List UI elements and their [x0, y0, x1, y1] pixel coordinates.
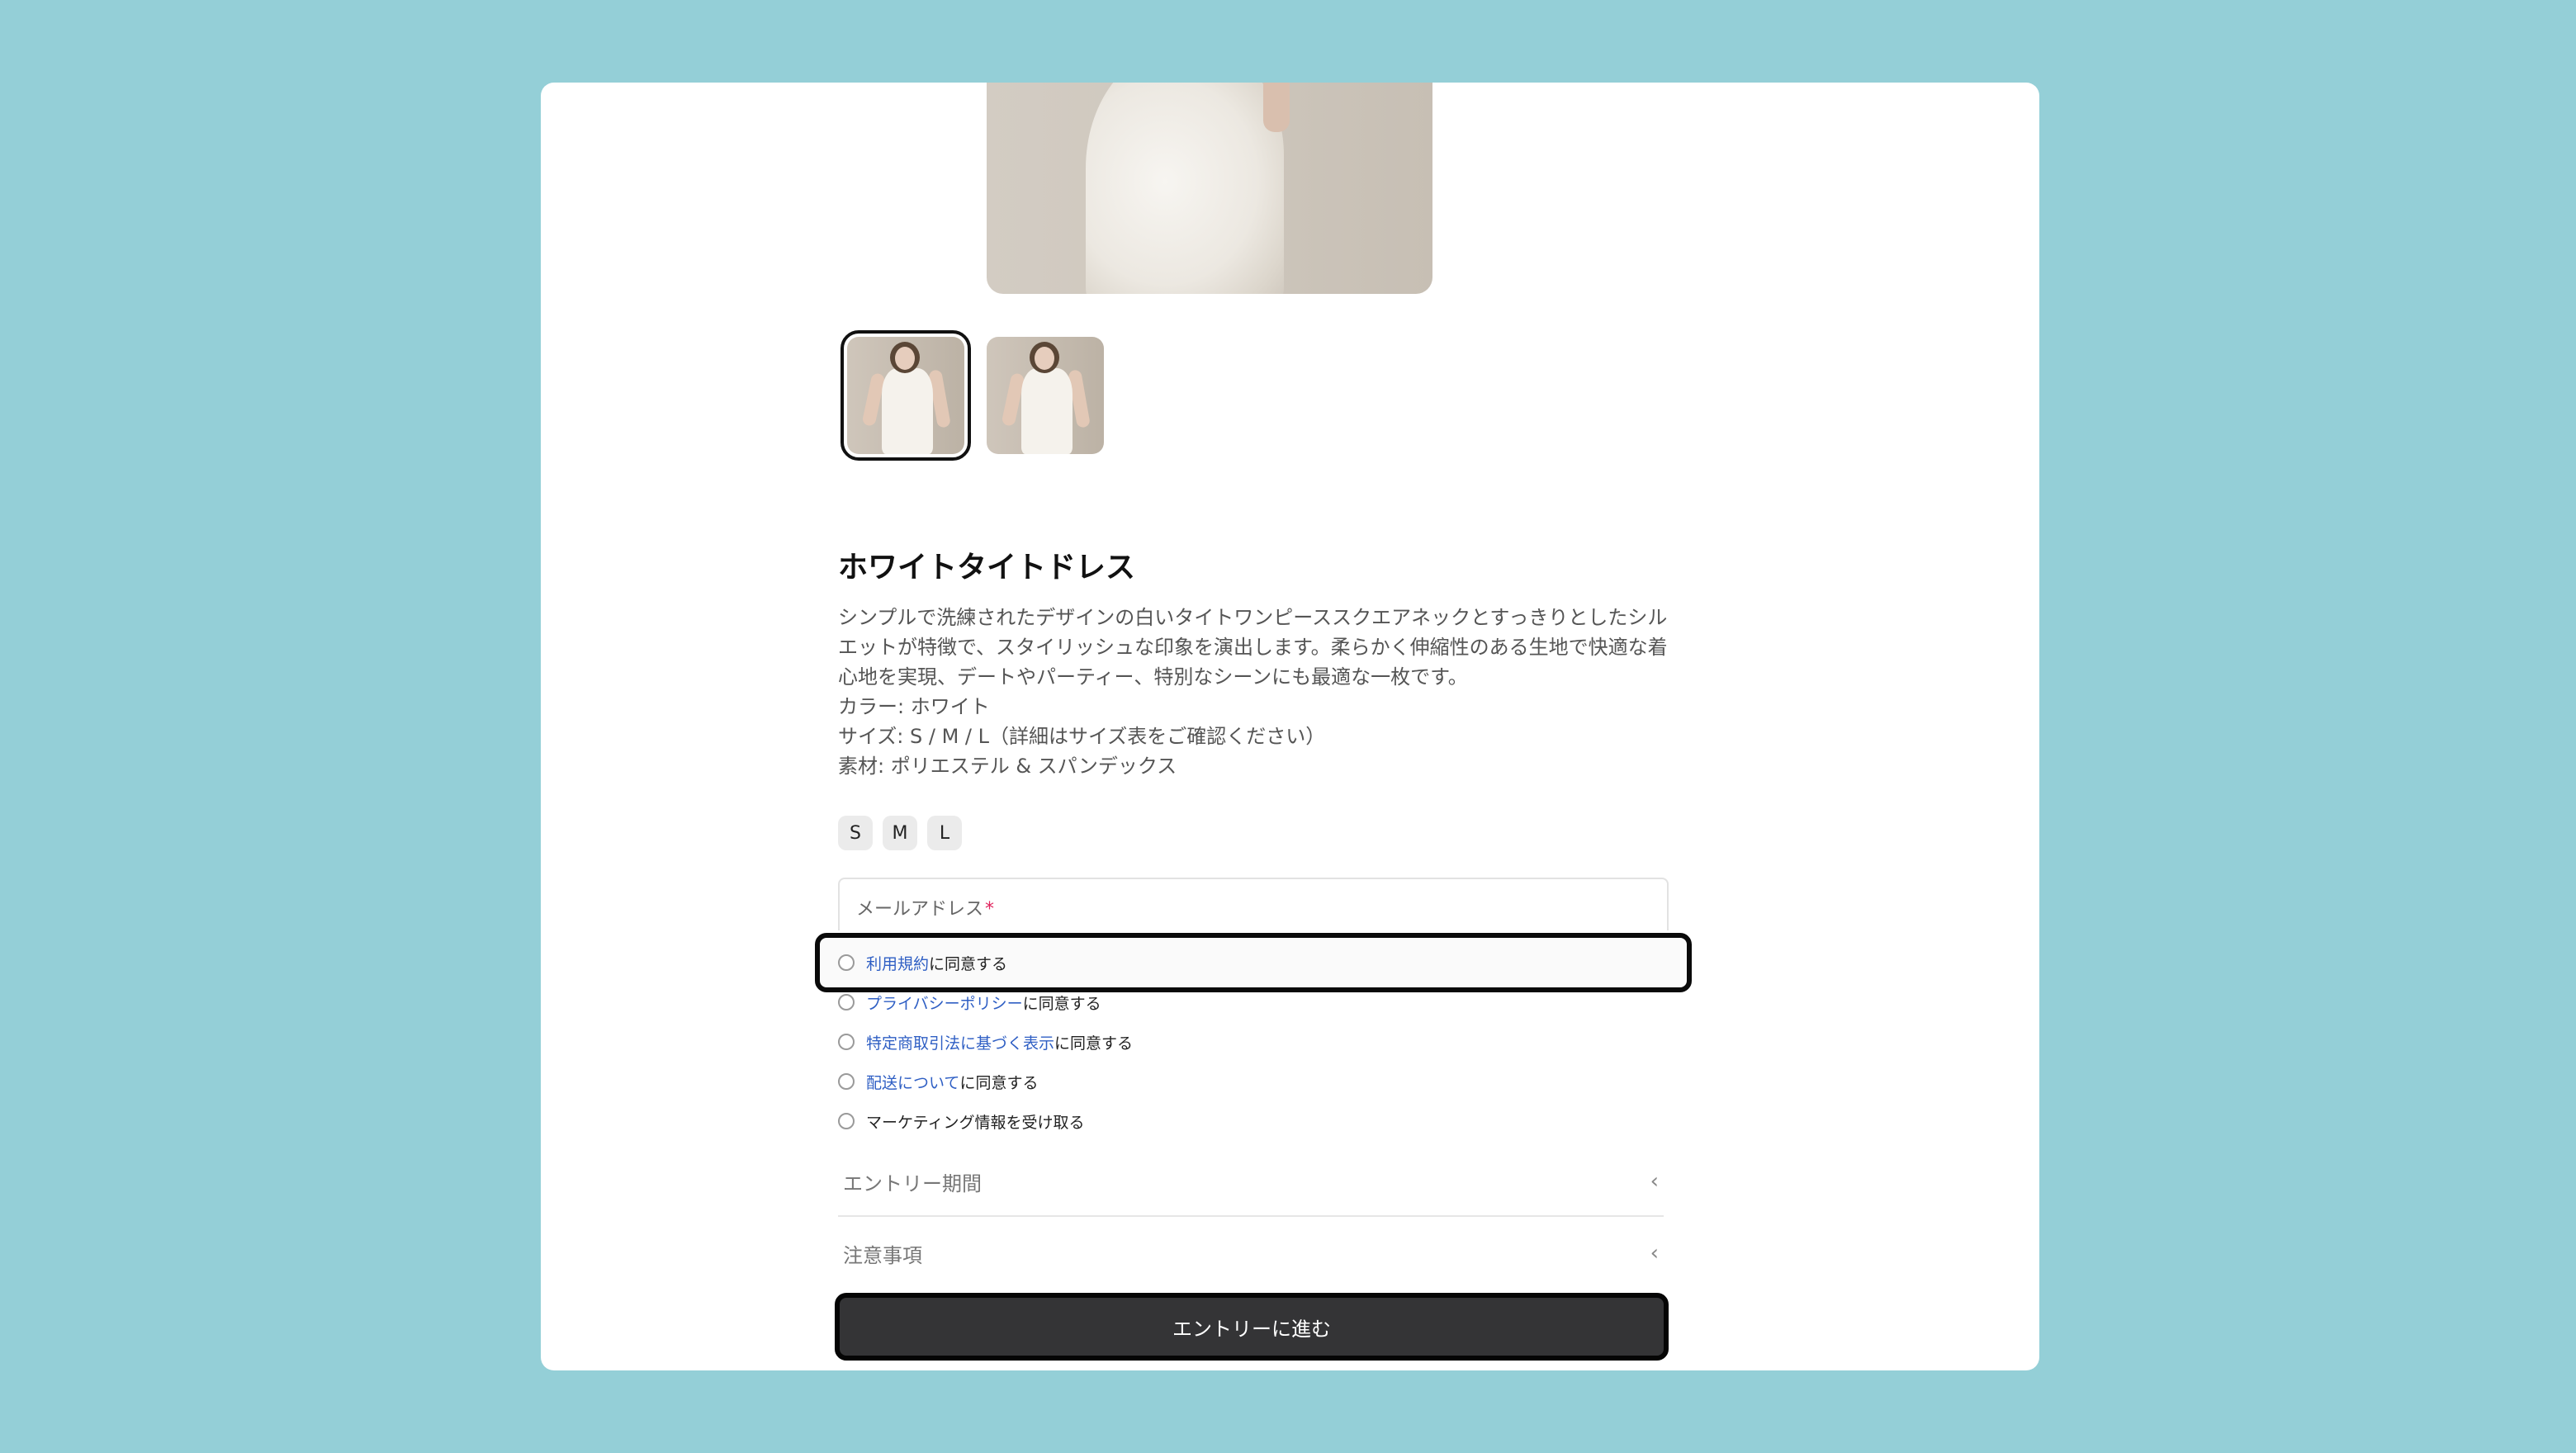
commerce-law-link[interactable]: 特定商取引法に基づく表示 [866, 1031, 1054, 1053]
description-line: サイズ: S / M / L（詳細はサイズ表をご確認ください） [838, 725, 1326, 748]
checkbox-label: に同意する [1054, 1034, 1134, 1053]
description-line: シンプルで洗練されたデザインの白いタイトワンピーススクエアネックとすっきりとした… [838, 606, 1668, 629]
product-card: ホワイトタイトドレス シンプルで洗練されたデザインの白いタイトワンピーススクエア… [541, 83, 2039, 1370]
accordion-notes[interactable]: 注意事項 ‹ [838, 1219, 1664, 1288]
email-label-text: メールアドレス [856, 899, 984, 920]
size-options: S M L [838, 816, 962, 850]
checkbox-label: に同意する [959, 1073, 1039, 1092]
dress-figure [1086, 83, 1284, 294]
terms-link[interactable]: 利用規約 [866, 952, 929, 974]
checkbox-commerce-law[interactable]: 特定商取引法に基づく表示 に同意する [838, 1025, 1133, 1058]
size-chip-m[interactable]: M [883, 816, 917, 850]
product-title: ホワイトタイトドレス [838, 551, 1136, 585]
checkbox-shipping[interactable]: 配送について に同意する [838, 1065, 1038, 1098]
checkbox-privacy[interactable]: プライバシーポリシー に同意する [838, 986, 1101, 1019]
email-field[interactable]: メールアドレス* [838, 878, 1669, 930]
checkbox-label: に同意する [1022, 994, 1101, 1013]
privacy-link[interactable]: プライバシーポリシー [866, 992, 1023, 1014]
description-line: 素材: ポリエステル & スパンデックス [838, 755, 1177, 778]
checkbox-icon[interactable] [838, 1034, 855, 1050]
size-chip-s[interactable]: S [838, 816, 873, 850]
hand-figure [1263, 83, 1290, 132]
checkbox-terms[interactable]: 利用規約 に同意する [838, 946, 1007, 979]
entry-button[interactable]: エントリーに進む [835, 1293, 1669, 1361]
email-label: メールアドレス* [856, 894, 994, 921]
product-description: シンプルで洗練されたデザインの白いタイトワンピーススクエアネックとすっきりとした… [838, 603, 1672, 781]
checkbox-icon[interactable] [838, 1073, 855, 1090]
shipping-link[interactable]: 配送について [866, 1071, 959, 1093]
description-line: 心地を実現、デートやパーティー、特別なシーンにも最適な一枚です。 [838, 665, 1468, 689]
checkbox-icon[interactable] [838, 954, 855, 971]
size-chip-l[interactable]: L [927, 816, 962, 850]
description-line: カラー: ホワイト [838, 695, 990, 718]
checkbox-label: に同意する [929, 954, 1008, 973]
thumbnail-2[interactable] [987, 337, 1104, 454]
thumbnail-1[interactable] [841, 330, 971, 461]
accordion-label: エントリー期間 [843, 1171, 982, 1195]
description-line: エットが特徴で、スタイリッシュな印象を演出します。柔らかく伸縮性のある生地で快適… [838, 636, 1668, 659]
checkbox-icon[interactable] [838, 994, 855, 1010]
required-mark: * [985, 899, 995, 920]
checkbox-icon[interactable] [838, 1113, 855, 1129]
accordion-label: 注意事項 [843, 1243, 922, 1267]
accordion-entry-period[interactable]: エントリー期間 ‹ [838, 1148, 1664, 1217]
checkbox-marketing[interactable]: マーケティング情報を受け取る [838, 1105, 1084, 1138]
chevron-left-icon: ‹ [1650, 1241, 1659, 1266]
checkbox-label: マーケティング情報を受け取る [866, 1113, 1085, 1132]
main-product-image [987, 83, 1432, 294]
chevron-left-icon: ‹ [1650, 1169, 1659, 1194]
